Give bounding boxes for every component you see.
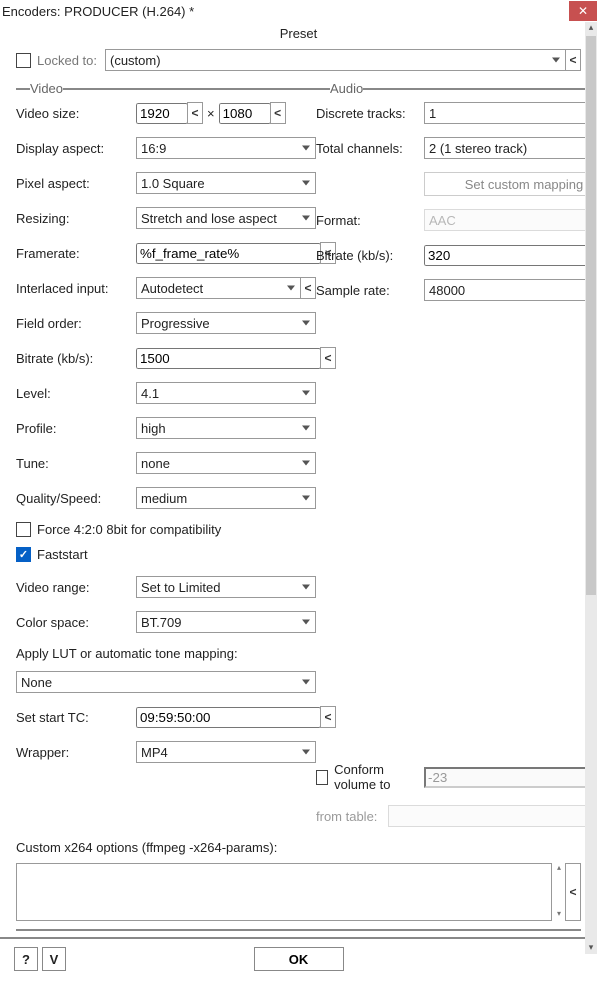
force-420-checkbox[interactable] <box>16 522 31 537</box>
interlaced-select[interactable]: Autodetect <box>136 277 301 299</box>
total-channels-select[interactable]: 2 (1 stereo track) <box>424 137 597 159</box>
audio-format-label: Format: <box>316 213 424 228</box>
conform-volume-label: Conform volume to <box>334 762 420 792</box>
force-420-label: Force 4:2:0 8bit for compatibility <box>37 522 221 537</box>
video-height-input[interactable] <box>219 103 271 124</box>
display-aspect-select[interactable]: 16:9 <box>136 137 316 159</box>
locked-label: Locked to: <box>37 53 97 68</box>
conform-volume-checkbox[interactable] <box>316 770 328 785</box>
locked-popout-button[interactable]: < <box>565 49 581 71</box>
level-select[interactable]: 4.1 <box>136 382 316 404</box>
field-order-label: Field order: <box>16 316 136 331</box>
from-table-select <box>388 805 597 827</box>
resizing-select[interactable]: Stretch and lose aspect <box>136 207 316 229</box>
x264-options-label: Custom x264 options (ffmpeg -x264-params… <box>16 840 581 855</box>
discrete-tracks-label: Discrete tracks: <box>316 106 424 121</box>
framerate-input[interactable] <box>136 243 321 264</box>
sample-rate-select[interactable]: 48000 <box>424 279 597 301</box>
profile-select[interactable]: high <box>136 417 316 439</box>
discrete-tracks-select[interactable]: 1 <box>424 102 597 124</box>
quality-label: Quality/Speed: <box>16 491 136 506</box>
sample-rate-label: Sample rate: <box>316 283 424 298</box>
conform-volume-input <box>424 767 597 788</box>
set-start-tc-label: Set start TC: <box>16 710 136 725</box>
textarea-scroll-up-icon[interactable]: ▴ <box>552 863 566 875</box>
video-bitrate-input[interactable] <box>136 348 321 369</box>
level-label: Level: <box>16 386 136 401</box>
colorspace-label: Color space: <box>16 615 136 630</box>
video-height-popout[interactable]: < <box>270 102 286 124</box>
textarea-scroll-down-icon[interactable]: ▾ <box>552 909 566 921</box>
audio-bitrate-input[interactable] <box>424 245 597 266</box>
interlaced-label: Interlaced input: <box>16 281 136 296</box>
field-order-select[interactable]: Progressive <box>136 312 316 334</box>
ok-button[interactable]: OK <box>254 947 344 971</box>
interlaced-popout[interactable]: < <box>300 277 316 299</box>
profile-label: Profile: <box>16 421 136 436</box>
video-range-select[interactable]: Set to Limited <box>136 576 316 598</box>
video-group-caption: Video <box>30 81 63 96</box>
video-width-input[interactable] <box>136 103 188 124</box>
faststart-checkbox[interactable]: ✓ <box>16 547 31 562</box>
locked-checkbox[interactable] <box>16 53 31 68</box>
locked-select[interactable]: (custom) <box>105 49 566 71</box>
framerate-label: Framerate: <box>16 246 136 261</box>
audio-format-select: AAC <box>424 209 597 231</box>
display-aspect-label: Display aspect: <box>16 141 136 156</box>
x264-options-popout[interactable]: < <box>565 863 581 921</box>
tune-select[interactable]: none <box>136 452 316 474</box>
window-title: Encoders: PRODUCER (H.264) * <box>2 4 194 19</box>
resizing-label: Resizing: <box>16 211 136 226</box>
colorspace-select[interactable]: BT.709 <box>136 611 316 633</box>
tune-label: Tune: <box>16 456 136 471</box>
set-start-tc-input[interactable] <box>136 707 321 728</box>
audio-bitrate-label: Bitrate (kb/s): <box>316 248 424 263</box>
close-icon: ✕ <box>578 5 588 17</box>
preset-heading: Preset <box>0 22 597 49</box>
lut-label: Apply LUT or automatic tone mapping: <box>16 646 316 661</box>
close-button[interactable]: ✕ <box>569 1 597 21</box>
set-custom-mapping-button[interactable]: Set custom mapping <box>424 172 597 196</box>
wrapper-label: Wrapper: <box>16 745 136 760</box>
video-width-popout[interactable]: < <box>187 102 203 124</box>
quality-select[interactable]: medium <box>136 487 316 509</box>
video-size-label: Video size: <box>16 106 136 121</box>
pixel-aspect-select[interactable]: 1.0 Square <box>136 172 316 194</box>
video-range-label: Video range: <box>16 580 136 595</box>
pixel-aspect-label: Pixel aspect: <box>16 176 136 191</box>
from-table-label: from table: <box>316 809 388 824</box>
audio-group-caption: Audio <box>330 81 363 96</box>
video-bitrate-label: Bitrate (kb/s): <box>16 351 136 366</box>
v-button[interactable]: V <box>42 947 66 971</box>
size-x-separator: × <box>203 106 219 121</box>
wrapper-select[interactable]: MP4 <box>136 741 316 763</box>
faststart-label: Faststart <box>37 547 88 562</box>
total-channels-label: Total channels: <box>316 141 424 156</box>
help-button[interactable]: ? <box>14 947 38 971</box>
scrollbar-thumb[interactable] <box>586 36 596 595</box>
x264-options-textarea[interactable] <box>16 863 552 921</box>
lut-select[interactable]: None <box>16 671 316 693</box>
